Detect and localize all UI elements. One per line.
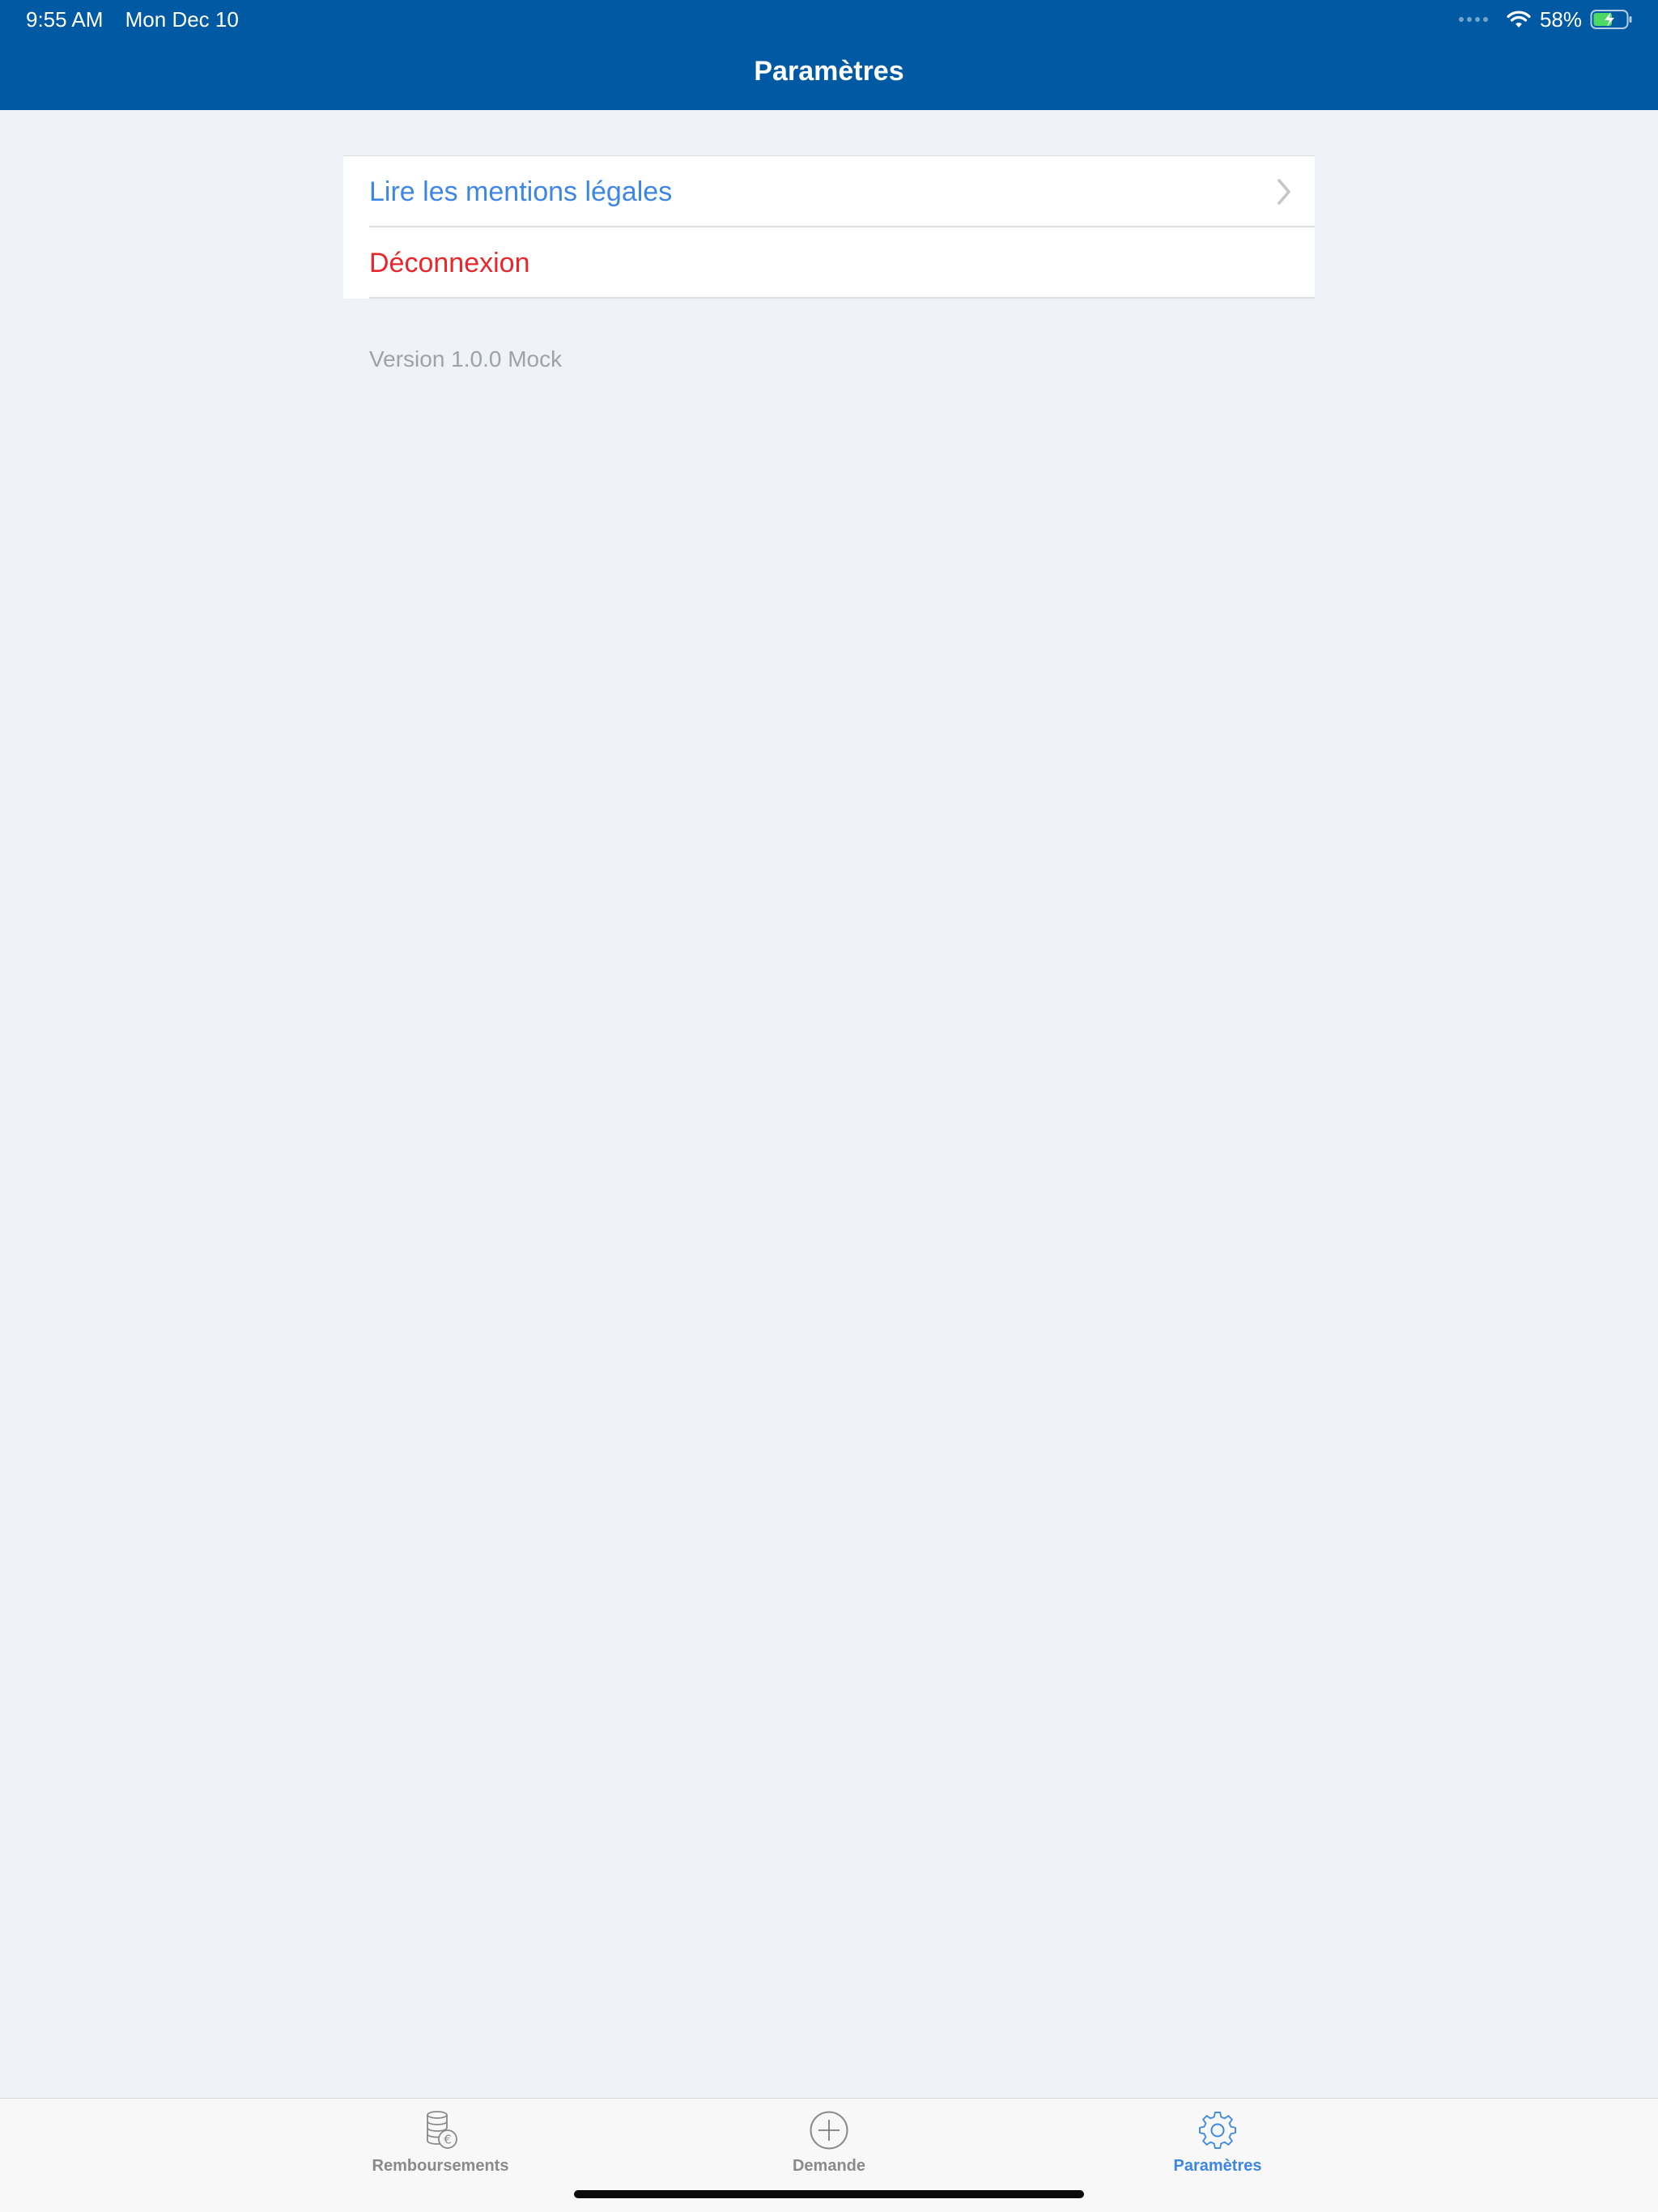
legal-notices-row[interactable]: Lire les mentions légales <box>343 156 1315 227</box>
settings-list: Lire les mentions légales Déconnexion <box>343 155 1315 299</box>
tab-label: Demande <box>792 2157 866 2175</box>
battery-charging-icon <box>1590 10 1632 29</box>
svg-text:€: € <box>444 2133 452 2147</box>
tab-demande[interactable]: Demande <box>699 2110 959 2191</box>
navigation-header: 9:55 AM Mon Dec 10 58% Paramètres <box>0 0 1658 110</box>
tab-label: Remboursements <box>372 2157 509 2175</box>
status-time: 9:55 AM <box>26 7 104 32</box>
gear-icon <box>1199 2112 1236 2149</box>
legal-notices-label: Lire les mentions légales <box>369 176 673 207</box>
wifi-icon <box>1507 11 1531 28</box>
coins-euro-icon: € <box>427 2111 457 2149</box>
version-label: Version 1.0.0 Mock <box>369 346 563 371</box>
status-date: Mon Dec 10 <box>125 7 239 32</box>
chevron-right-icon <box>1278 179 1290 205</box>
logout-row[interactable]: Déconnexion <box>343 227 1315 299</box>
tab-label: Paramètres <box>1173 2157 1262 2175</box>
tab-remboursements[interactable]: € Remboursements <box>311 2110 570 2191</box>
status-time-date: 9:55 AM Mon Dec 10 <box>26 6 255 32</box>
plus-circle-icon <box>810 2111 848 2150</box>
page-title: Paramètres <box>754 56 904 87</box>
status-indicators: 58% <box>1458 6 1634 32</box>
battery-percent: 58% <box>1539 6 1582 32</box>
cellular-signal-icon <box>1458 17 1488 22</box>
tab-parametres[interactable]: Paramètres <box>1088 2110 1347 2191</box>
home-indicator[interactable] <box>574 2190 1084 2198</box>
logout-label: Déconnexion <box>369 247 530 278</box>
